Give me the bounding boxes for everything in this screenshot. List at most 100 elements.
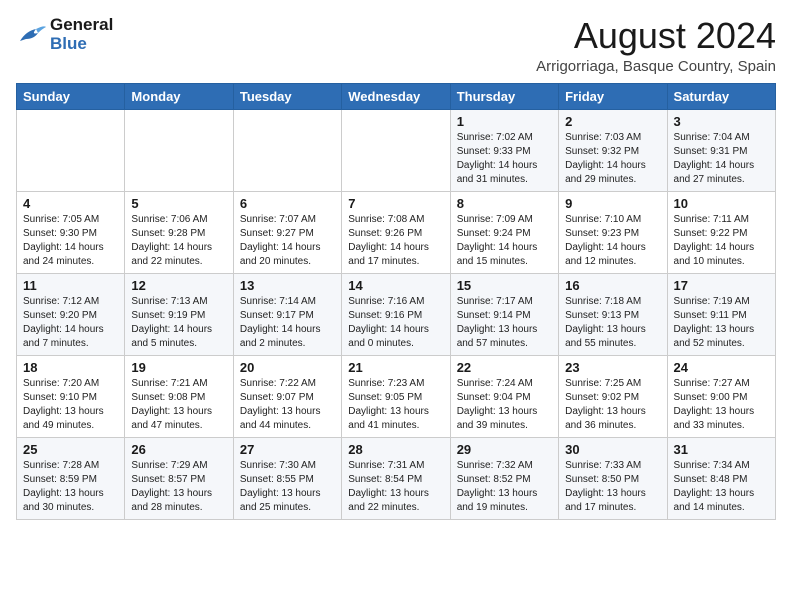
calendar-week-row: 25Sunrise: 7:28 AM Sunset: 8:59 PM Dayli…	[17, 437, 776, 519]
calendar-cell: 8 Sunrise: 7:09 AM Sunset: 9:24 PM Daylig…	[450, 191, 558, 273]
day-info: Sunrise: 7:24 AM Sunset: 9:04 PM Dayligh…	[457, 377, 552, 433]
calendar-cell: 16 Sunrise: 7:18 AM Sunset: 9:13 PM Dayli…	[559, 273, 667, 355]
calendar-cell: 30 Sunrise: 7:33 AM Sunset: 8:50 PM Dayli…	[559, 437, 667, 519]
day-number: 23	[565, 360, 660, 375]
day-number: 17	[674, 278, 769, 293]
day-number: 12	[131, 278, 226, 293]
day-info: Sunrise: 7:25 AM Sunset: 9:02 PM Dayligh…	[565, 377, 660, 433]
day-info: Sunrise: 7:33 AM Sunset: 8:50 PM Dayligh…	[565, 459, 660, 515]
day-number: 5	[131, 196, 226, 211]
calendar-week-row: 1 Sunrise: 7:02 AM Sunset: 9:33 PM Daylig…	[17, 109, 776, 191]
calendar-cell: 3 Sunrise: 7:04 AM Sunset: 9:31 PM Daylig…	[667, 109, 775, 191]
day-info: Sunrise: 7:10 AM Sunset: 9:23 PM Dayligh…	[565, 213, 660, 269]
day-number: 22	[457, 360, 552, 375]
calendar-cell: 13 Sunrise: 7:14 AM Sunset: 9:17 PM Dayli…	[233, 273, 341, 355]
day-number: 19	[131, 360, 226, 375]
day-number: 13	[240, 278, 335, 293]
day-number: 11	[23, 278, 118, 293]
day-number: 16	[565, 278, 660, 293]
day-number: 3	[674, 114, 769, 129]
calendar-cell: 18 Sunrise: 7:20 AM Sunset: 9:10 PM Dayli…	[17, 355, 125, 437]
day-info: Sunrise: 7:08 AM Sunset: 9:26 PM Dayligh…	[348, 213, 443, 269]
day-number: 2	[565, 114, 660, 129]
day-number: 26	[131, 442, 226, 457]
day-number: 8	[457, 196, 552, 211]
calendar-title: August 2024	[536, 16, 776, 56]
day-number: 30	[565, 442, 660, 457]
day-info: Sunrise: 7:21 AM Sunset: 9:08 PM Dayligh…	[131, 377, 226, 433]
title-block: August 2024 Arrigorriaga, Basque Country…	[536, 16, 776, 75]
weekday-header: Thursday	[450, 83, 558, 109]
day-info: Sunrise: 7:05 AM Sunset: 9:30 PM Dayligh…	[23, 213, 118, 269]
day-number: 6	[240, 196, 335, 211]
calendar-cell: 1 Sunrise: 7:02 AM Sunset: 9:33 PM Daylig…	[450, 109, 558, 191]
day-info: Sunrise: 7:23 AM Sunset: 9:05 PM Dayligh…	[348, 377, 443, 433]
day-number: 27	[240, 442, 335, 457]
day-number: 10	[674, 196, 769, 211]
weekday-header: Friday	[559, 83, 667, 109]
day-number: 7	[348, 196, 443, 211]
weekday-header: Tuesday	[233, 83, 341, 109]
calendar-header-row: SundayMondayTuesdayWednesdayThursdayFrid…	[17, 83, 776, 109]
day-info: Sunrise: 7:30 AM Sunset: 8:55 PM Dayligh…	[240, 459, 335, 515]
calendar-cell: 26 Sunrise: 7:29 AM Sunset: 8:57 PM Dayli…	[125, 437, 233, 519]
calendar-week-row: 4 Sunrise: 7:05 AM Sunset: 9:30 PM Daylig…	[17, 191, 776, 273]
calendar-cell: 22 Sunrise: 7:24 AM Sunset: 9:04 PM Dayli…	[450, 355, 558, 437]
day-number: 4	[23, 196, 118, 211]
day-info: Sunrise: 7:13 AM Sunset: 9:19 PM Dayligh…	[131, 295, 226, 351]
day-number: 24	[674, 360, 769, 375]
calendar-cell: 17Sunrise: 7:19 AM Sunset: 9:11 PM Dayli…	[667, 273, 775, 355]
logo: General Blue	[16, 16, 113, 53]
calendar-cell	[17, 109, 125, 191]
day-number: 20	[240, 360, 335, 375]
calendar-cell: 23 Sunrise: 7:25 AM Sunset: 9:02 PM Dayli…	[559, 355, 667, 437]
day-info: Sunrise: 7:34 AM Sunset: 8:48 PM Dayligh…	[674, 459, 769, 515]
calendar-cell: 6Sunrise: 7:07 AM Sunset: 9:27 PM Daylig…	[233, 191, 341, 273]
calendar-cell: 4 Sunrise: 7:05 AM Sunset: 9:30 PM Daylig…	[17, 191, 125, 273]
logo-line2: Blue	[50, 35, 113, 54]
calendar-cell: 11 Sunrise: 7:12 AM Sunset: 9:20 PM Dayli…	[17, 273, 125, 355]
calendar-cell: 20 Sunrise: 7:22 AM Sunset: 9:07 PM Dayli…	[233, 355, 341, 437]
day-number: 1	[457, 114, 552, 129]
day-number: 15	[457, 278, 552, 293]
calendar-cell	[233, 109, 341, 191]
logo-icon	[16, 23, 46, 47]
day-number: 28	[348, 442, 443, 457]
calendar-week-row: 11 Sunrise: 7:12 AM Sunset: 9:20 PM Dayli…	[17, 273, 776, 355]
calendar-cell	[342, 109, 450, 191]
calendar-cell: 21 Sunrise: 7:23 AM Sunset: 9:05 PM Dayli…	[342, 355, 450, 437]
day-number: 18	[23, 360, 118, 375]
weekday-header: Monday	[125, 83, 233, 109]
day-number: 21	[348, 360, 443, 375]
day-info: Sunrise: 7:29 AM Sunset: 8:57 PM Dayligh…	[131, 459, 226, 515]
day-info: Sunrise: 7:16 AM Sunset: 9:16 PM Dayligh…	[348, 295, 443, 351]
calendar-cell: 12 Sunrise: 7:13 AM Sunset: 9:19 PM Dayli…	[125, 273, 233, 355]
calendar-cell: 15Sunrise: 7:17 AM Sunset: 9:14 PM Dayli…	[450, 273, 558, 355]
calendar-cell: 2Sunrise: 7:03 AM Sunset: 9:32 PM Daylig…	[559, 109, 667, 191]
day-info: Sunrise: 7:12 AM Sunset: 9:20 PM Dayligh…	[23, 295, 118, 351]
calendar-cell: 31Sunrise: 7:34 AM Sunset: 8:48 PM Dayli…	[667, 437, 775, 519]
day-number: 25	[23, 442, 118, 457]
calendar-cell: 5Sunrise: 7:06 AM Sunset: 9:28 PM Daylig…	[125, 191, 233, 273]
day-info: Sunrise: 7:32 AM Sunset: 8:52 PM Dayligh…	[457, 459, 552, 515]
day-info: Sunrise: 7:11 AM Sunset: 9:22 PM Dayligh…	[674, 213, 769, 269]
day-info: Sunrise: 7:14 AM Sunset: 9:17 PM Dayligh…	[240, 295, 335, 351]
calendar-cell: 28Sunrise: 7:31 AM Sunset: 8:54 PM Dayli…	[342, 437, 450, 519]
day-info: Sunrise: 7:02 AM Sunset: 9:33 PM Dayligh…	[457, 131, 552, 187]
day-info: Sunrise: 7:04 AM Sunset: 9:31 PM Dayligh…	[674, 131, 769, 187]
calendar-cell: 25Sunrise: 7:28 AM Sunset: 8:59 PM Dayli…	[17, 437, 125, 519]
calendar-cell: 29Sunrise: 7:32 AM Sunset: 8:52 PM Dayli…	[450, 437, 558, 519]
calendar-cell: 24Sunrise: 7:27 AM Sunset: 9:00 PM Dayli…	[667, 355, 775, 437]
page-header: General Blue August 2024 Arrigorriaga, B…	[16, 16, 776, 75]
calendar-cell: 14Sunrise: 7:16 AM Sunset: 9:16 PM Dayli…	[342, 273, 450, 355]
calendar-cell: 27 Sunrise: 7:30 AM Sunset: 8:55 PM Dayli…	[233, 437, 341, 519]
day-info: Sunrise: 7:22 AM Sunset: 9:07 PM Dayligh…	[240, 377, 335, 433]
day-info: Sunrise: 7:09 AM Sunset: 9:24 PM Dayligh…	[457, 213, 552, 269]
day-info: Sunrise: 7:20 AM Sunset: 9:10 PM Dayligh…	[23, 377, 118, 433]
weekday-header: Saturday	[667, 83, 775, 109]
day-info: Sunrise: 7:18 AM Sunset: 9:13 PM Dayligh…	[565, 295, 660, 351]
calendar-subtitle: Arrigorriaga, Basque Country, Spain	[536, 58, 776, 75]
logo-line1: General	[50, 16, 113, 35]
day-number: 9	[565, 196, 660, 211]
weekday-header: Wednesday	[342, 83, 450, 109]
